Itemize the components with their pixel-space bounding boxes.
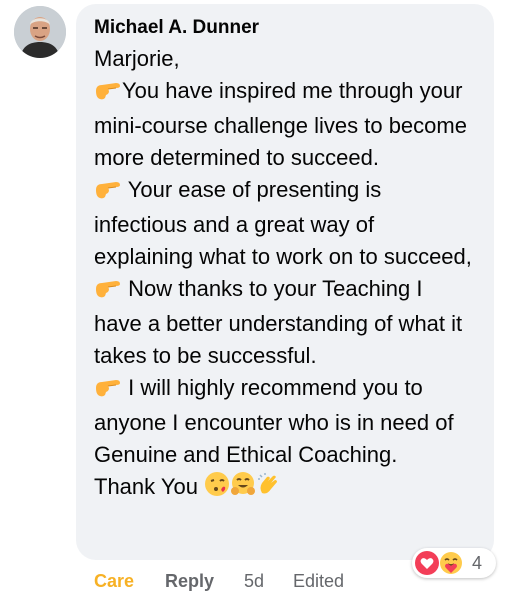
comment-paragraph-2: Your ease of presenting is infectious an… xyxy=(94,174,476,273)
love-reaction-icon xyxy=(415,551,439,575)
comment-paragraph-4-text: I will highly recommend you to anyone I … xyxy=(94,375,454,467)
edited-indicator[interactable]: Edited xyxy=(293,568,344,594)
reactions-summary[interactable]: 4 xyxy=(412,548,496,578)
reply-button[interactable]: Reply xyxy=(165,568,214,594)
comment-author[interactable]: Michael A. Dunner xyxy=(94,16,476,40)
pointing-hand-icon xyxy=(94,177,122,209)
clapping-hands-icon xyxy=(256,471,282,506)
comment-paragraph-5: Thank You xyxy=(94,471,476,506)
comment-paragraph-1: You have inspired me through your mini-c… xyxy=(94,75,476,174)
reaction-count: 4 xyxy=(472,553,483,573)
comment-paragraph-1-text: You have inspired me through your mini-c… xyxy=(94,78,467,170)
comment-timestamp[interactable]: 5d xyxy=(244,568,264,594)
pointing-hand-icon xyxy=(94,276,122,308)
comment-bubble: Michael A. Dunner Marjorie, You have ins… xyxy=(76,4,494,560)
comment-body: Marjorie, You have inspired me through y… xyxy=(94,43,476,506)
comment-paragraph-3: Now thanks to your Teaching I have a bet… xyxy=(94,273,476,372)
avatar[interactable] xyxy=(14,6,66,58)
care-reaction-button[interactable]: Care xyxy=(94,568,134,594)
pointing-hand-icon xyxy=(94,375,122,407)
comment-paragraph-5-text: Thank You xyxy=(94,474,205,499)
comment-paragraph-2-text: Your ease of presenting is infectious an… xyxy=(94,177,472,269)
face-blowing-kiss-icon xyxy=(204,471,230,506)
pointing-hand-icon xyxy=(94,78,122,110)
comment-paragraph-3-text: Now thanks to your Teaching I have a bet… xyxy=(94,276,463,368)
comment-paragraph-4: I will highly recommend you to anyone I … xyxy=(94,372,476,471)
comment-greeting: Marjorie, xyxy=(94,46,180,71)
smiling-face-with-open-hands-icon xyxy=(230,471,256,506)
care-reaction-icon xyxy=(439,551,463,575)
